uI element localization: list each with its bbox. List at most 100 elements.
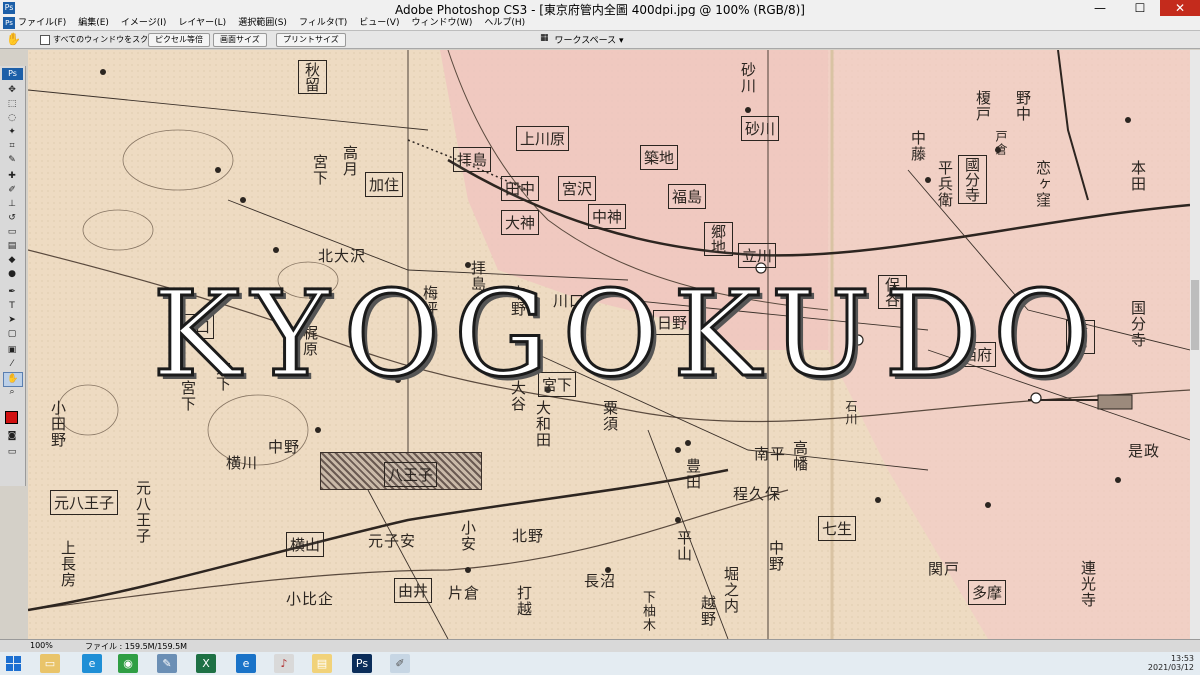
- audio-icon[interactable]: ♪: [274, 654, 294, 673]
- map-label-kitano: 北野: [512, 527, 545, 545]
- map-label-koremasa: 是政: [1128, 442, 1161, 460]
- map-label-honda: 本田: [1129, 160, 1147, 192]
- windows-start-icon[interactable]: [6, 656, 21, 671]
- zoom-tool-icon[interactable]: ⌕: [3, 386, 21, 399]
- map-label-nakagami: 中神: [588, 204, 627, 229]
- tools-panel-ps-tab: Ps: [2, 68, 23, 80]
- menu-edit[interactable]: 編集(E): [78, 16, 109, 30]
- excel-icon[interactable]: X: [196, 654, 216, 673]
- map-label-gochi: 郷地: [704, 222, 733, 256]
- map-label-sunagawa: 砂川: [739, 62, 757, 94]
- paint-icon[interactable]: ✎: [157, 654, 177, 673]
- map-label-miyazawa: 宮沢: [558, 176, 597, 201]
- map-label-takahata: 高幡: [791, 440, 809, 472]
- map-label-awasu: 粟須: [601, 400, 619, 432]
- map-label-tokura: 戸倉: [994, 130, 1008, 156]
- map-label-nanao: 七生: [818, 516, 857, 541]
- healing-brush-tool-icon[interactable]: ✚: [3, 170, 21, 183]
- map-label-enokido: 榎戸: [974, 90, 992, 122]
- map-label-tama: 多摩: [968, 580, 1007, 605]
- map-label-nakato: 中藤: [909, 130, 927, 162]
- map-label-toyoda: 豊田: [684, 458, 702, 490]
- map-label-haijima-box: 拝島: [453, 147, 492, 172]
- map-label-naganuma: 長沼: [584, 572, 617, 590]
- move-tool-icon[interactable]: ✥: [3, 84, 21, 97]
- type-tool-icon[interactable]: T: [3, 300, 21, 313]
- scrollbar-thumb[interactable]: [1191, 280, 1199, 350]
- menu-select[interactable]: 選択範囲(S): [238, 16, 287, 30]
- map-label-motohachioji: 元八王子: [134, 480, 152, 544]
- map-label-horinouchi: 堀之内: [722, 566, 740, 614]
- map-label-uchikoshi: 打越: [515, 585, 533, 617]
- internet-explorer-icon[interactable]: e: [82, 654, 102, 673]
- menu-view[interactable]: ビュー(V): [359, 16, 399, 30]
- menu-image[interactable]: イメージ(I): [121, 16, 167, 30]
- maximize-button[interactable]: ☐: [1120, 0, 1160, 16]
- workspace-menu[interactable]: ▦ ワークスペース ▾: [540, 33, 624, 46]
- file-size-info: ファイル : 159.5M/159.5M: [85, 642, 188, 651]
- map-label-fukushima: 福島: [668, 184, 707, 209]
- print-size-button[interactable]: プリントサイズ: [276, 33, 346, 47]
- map-label-yokokawa: 横川: [226, 454, 259, 472]
- map-label-nakano-2: 中野: [268, 438, 301, 456]
- map-label-koigakubo: 恋ヶ窪: [1034, 160, 1052, 208]
- dodge-tool-icon[interactable]: ●: [3, 268, 21, 281]
- photoshop-taskbar-icon[interactable]: Ps: [352, 654, 372, 673]
- history-brush-tool-icon[interactable]: ↺: [3, 212, 21, 225]
- map-label-akiru: 秋留: [298, 60, 327, 94]
- blur-tool-icon[interactable]: ◆: [3, 254, 21, 267]
- status-bar: 100% ファイル : 159.5M/159.5M: [0, 639, 1200, 653]
- menu-layer[interactable]: レイヤー(L): [178, 16, 226, 30]
- menu-help[interactable]: ヘルプ(H): [484, 16, 525, 30]
- foreground-color-swatch[interactable]: [5, 411, 18, 424]
- zoom-level[interactable]: 100%: [30, 641, 53, 650]
- photoshop-menu-icon[interactable]: Ps: [3, 17, 15, 29]
- fit-screen-button[interactable]: 画面サイズ: [213, 33, 267, 47]
- notes-tool-icon[interactable]: ▣: [3, 344, 21, 357]
- edge-icon[interactable]: e: [236, 654, 256, 673]
- title-bar: Ps Adobe Photoshop CS3 - [東京府管内全圖 400dpi…: [0, 0, 1200, 17]
- slice-tool-icon[interactable]: ✎: [3, 154, 21, 167]
- pen-tool-icon[interactable]: ✒: [3, 286, 21, 299]
- sticky-notes-icon[interactable]: ▤: [312, 654, 332, 673]
- checkbox-box[interactable]: [40, 34, 50, 45]
- gradient-tool-icon[interactable]: ▤: [3, 240, 21, 253]
- magic-wand-tool-icon[interactable]: ✦: [3, 126, 21, 139]
- vertical-scrollbar[interactable]: [1190, 50, 1200, 639]
- map-label-yokoyama: 横山: [286, 532, 325, 557]
- file-explorer-icon[interactable]: ▭: [40, 654, 60, 673]
- shape-tool-icon[interactable]: ▢: [3, 328, 21, 341]
- map-label-kasumi: 加住: [365, 172, 404, 197]
- lasso-tool-icon[interactable]: ◌: [3, 112, 21, 125]
- path-selection-tool-icon[interactable]: ➤: [3, 314, 21, 327]
- crop-tool-icon[interactable]: ⌗: [3, 140, 21, 153]
- system-tray-clock[interactable]: 13:53 2021/03/12: [1148, 654, 1194, 672]
- actual-pixels-button[interactable]: ピクセル等倍: [148, 33, 210, 47]
- brush-tool-icon[interactable]: ✐: [3, 184, 21, 197]
- minimize-button[interactable]: —: [1080, 0, 1120, 16]
- map-label-yui: 由井: [394, 578, 433, 603]
- clone-stamp-tool-icon[interactable]: ⊥: [3, 198, 21, 211]
- screen-mode-icon[interactable]: ▭: [3, 446, 21, 459]
- map-label-kokubunji: 國分寺: [958, 155, 987, 204]
- eyedropper-tool-icon[interactable]: ⁄: [3, 358, 21, 371]
- map-label-sunagawa-box: 砂川: [741, 116, 780, 141]
- quick-mask-icon[interactable]: ◙: [3, 430, 21, 443]
- marquee-tool-icon[interactable]: ⬚: [3, 98, 21, 111]
- menu-file[interactable]: ファイル(F): [18, 16, 66, 30]
- map-label-hirayama: 平山: [675, 530, 693, 562]
- chrome-icon[interactable]: ◉: [118, 654, 138, 673]
- hand-tool-selected-icon[interactable]: ✋: [3, 372, 23, 387]
- workspace-icon: ▦: [540, 33, 549, 43]
- map-label-hodokubo: 程久保: [733, 485, 782, 503]
- hand-tool-icon[interactable]: ✋: [6, 32, 21, 46]
- close-button[interactable]: ✕: [1160, 0, 1200, 16]
- document-canvas[interactable]: 八王子 立川 府中 國分寺 砂川 中神 福島 拝島 田中 宮沢 大神 上川原 築…: [28, 50, 1190, 639]
- workspace-label: ワークスペース ▾: [554, 36, 624, 46]
- map-label-kamikawara: 上川原: [516, 126, 570, 151]
- eraser-tool-icon[interactable]: ▭: [3, 226, 21, 239]
- menu-filter[interactable]: フィルタ(T): [299, 16, 347, 30]
- map-label-renkoji: 連光寺: [1079, 560, 1097, 608]
- menu-window[interactable]: ウィンドウ(W): [411, 16, 472, 30]
- paint-palette-icon[interactable]: ✐: [390, 654, 410, 673]
